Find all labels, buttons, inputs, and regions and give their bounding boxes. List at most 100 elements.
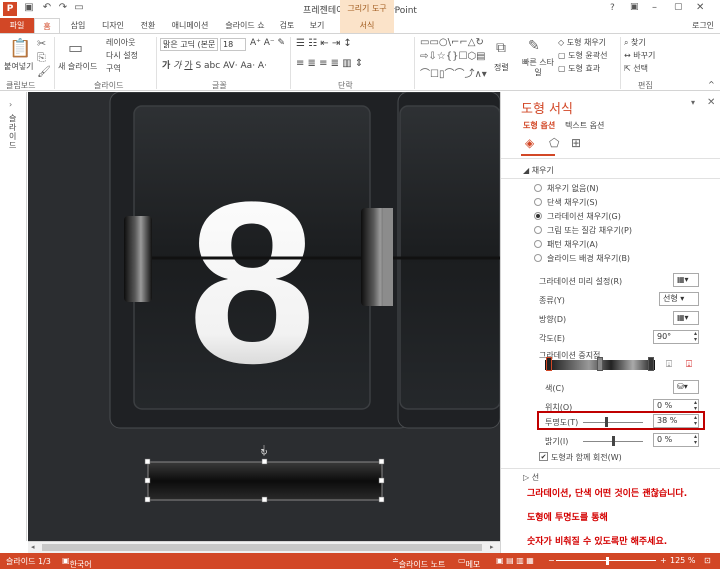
copy-icon[interactable]: ⎘ bbox=[37, 51, 46, 65]
help-icon[interactable]: ? bbox=[610, 3, 615, 13]
tab-home[interactable]: 홈 bbox=[34, 18, 60, 33]
shapes-gallery[interactable]: ▭▭○\⌐⌐△↻ bbox=[420, 37, 484, 48]
horizontal-scrollbar[interactable]: ◂ ▸ bbox=[28, 541, 500, 553]
tab-transitions[interactable]: 전환 bbox=[134, 18, 162, 33]
spinner-arrows-icon[interactable]: ▴ ▾ bbox=[694, 415, 697, 427]
selected-bar-shape[interactable] bbox=[147, 461, 383, 501]
shape-effects-button[interactable]: ▢ 도형 효과 bbox=[558, 63, 600, 74]
font-size-combo[interactable]: 18 bbox=[220, 38, 246, 51]
transparency-spinner[interactable]: 38 % ▴ ▾ bbox=[653, 414, 699, 428]
comments-button[interactable]: ▭ 메모 bbox=[458, 556, 480, 569]
radio-gradient-fill[interactable] bbox=[534, 212, 542, 220]
scroll-left-icon[interactable]: ◂ bbox=[31, 543, 35, 551]
zoom-level[interactable]: 125 % bbox=[670, 556, 695, 565]
tab-shape-options[interactable]: 도형 옵션 bbox=[523, 120, 555, 131]
slide-canvas[interactable]: 8 ↻ bbox=[28, 91, 501, 541]
tab-animations[interactable]: 애니메이션 bbox=[166, 18, 214, 33]
gradient-angle-spinner[interactable]: 90° ▴ ▾ bbox=[653, 330, 699, 344]
rotate-handle-icon[interactable]: ↻ bbox=[260, 448, 268, 458]
fit-to-window-icon[interactable]: ⊡ bbox=[704, 556, 711, 565]
ribbon: 📋 붙여넣기 ✂ ⎘ 🖌 클립보드 ▭ 새 슬라이드 레이아웃 다시 설정 구역… bbox=[0, 33, 720, 91]
language-indicator[interactable]: ▣ 한국어 bbox=[62, 556, 92, 569]
remove-gradient-stop-icon[interactable]: ⍗ bbox=[686, 359, 692, 370]
zoom-slider-thumb[interactable] bbox=[606, 557, 609, 565]
add-gradient-stop-icon[interactable]: ⍗ bbox=[666, 359, 672, 370]
radio-slide-bg-fill[interactable] bbox=[534, 254, 542, 262]
tab-file[interactable]: 파일 bbox=[0, 18, 34, 33]
gradient-direction-dropdown[interactable]: ▦▾ bbox=[673, 311, 699, 325]
gradient-stop-2[interactable] bbox=[597, 357, 603, 371]
radio-picture-fill[interactable] bbox=[534, 226, 542, 234]
gradient-stop-3[interactable] bbox=[648, 357, 654, 371]
arrange-button[interactable]: 정렬 bbox=[494, 62, 509, 73]
notes-button[interactable]: ≐ 슬라이드 노트 bbox=[392, 556, 445, 569]
new-slide-icon[interactable]: ▭ bbox=[68, 38, 83, 57]
ribbon-display-icon[interactable]: ▣ bbox=[630, 2, 639, 12]
expand-thumbnails-icon[interactable]: › bbox=[9, 100, 12, 109]
select-button[interactable]: ⇱ 선택 bbox=[624, 63, 648, 74]
replace-button[interactable]: ↔ 바꾸기 bbox=[624, 50, 655, 61]
brightness-slider-thumb[interactable] bbox=[612, 436, 615, 446]
layout-button[interactable]: 레이아웃 bbox=[106, 37, 135, 48]
cut-icon[interactable]: ✂ bbox=[37, 37, 46, 50]
shapes-gallery-row2[interactable]: ⇨⇩☆{}☐⬡▤ bbox=[420, 51, 486, 62]
gradient-stop-1[interactable] bbox=[546, 357, 552, 371]
tab-slideshow[interactable]: 슬라이드 쇼 bbox=[220, 18, 270, 33]
new-slide-button[interactable]: 새 슬라이드 bbox=[58, 61, 97, 72]
scroll-thumb[interactable] bbox=[42, 544, 482, 551]
spinner-arrows-icon[interactable]: ▴ ▾ bbox=[694, 434, 697, 446]
find-button[interactable]: ⌕ 찾기 bbox=[624, 37, 646, 48]
zoom-out-icon[interactable]: − bbox=[548, 556, 555, 565]
view-buttons[interactable]: ▣ ▤ ▥ ▦ bbox=[496, 556, 534, 565]
fill-line-icon[interactable]: ◈ bbox=[525, 136, 534, 150]
size-properties-icon[interactable]: ⊞ bbox=[571, 136, 581, 150]
tab-insert[interactable]: 삽입 bbox=[64, 18, 92, 33]
shape-outline-button[interactable]: ▢ 도형 윤곽선 bbox=[558, 50, 607, 61]
pane-close-icon[interactable]: ✕ bbox=[707, 97, 715, 108]
collapse-ribbon-icon[interactable]: ^ bbox=[708, 80, 715, 89]
gradient-preset-dropdown[interactable]: ▦▾ bbox=[673, 273, 699, 287]
rotate-with-shape-checkbox[interactable]: ✔ bbox=[539, 452, 548, 461]
pane-options-icon[interactable]: ▾ bbox=[691, 98, 695, 107]
minimize-icon[interactable]: – bbox=[652, 2, 657, 13]
tab-text-options[interactable]: 텍스트 옵션 bbox=[565, 120, 604, 131]
tab-format[interactable]: 서식 bbox=[340, 18, 394, 33]
spinner-arrows-icon[interactable]: ▴ ▾ bbox=[694, 331, 697, 343]
reset-button[interactable]: 다시 설정 bbox=[106, 50, 138, 61]
shape-fill-button[interactable]: ◇ 도형 채우기 bbox=[558, 37, 606, 48]
format-painter-icon[interactable]: 🖌 bbox=[37, 65, 51, 78]
effects-icon[interactable]: ⬠ bbox=[549, 136, 559, 150]
close-icon[interactable]: ✕ bbox=[696, 2, 704, 13]
quick-styles-icon[interactable]: ✎ bbox=[528, 38, 540, 54]
font-style-icons[interactable]: 가 가 가 S abc AV· Aa· A· bbox=[162, 58, 267, 71]
list-icons[interactable]: ☰ ☷ ⇤ ⇥ ↕ bbox=[296, 38, 352, 49]
section-button[interactable]: 구역 bbox=[106, 63, 121, 74]
arrange-icon[interactable]: ⧉ bbox=[496, 40, 506, 56]
shapes-gallery-row3[interactable]: ⌒☐▯⌒⌒⤴∧▾ bbox=[420, 65, 487, 80]
stop-color-dropdown[interactable]: ⛁▾ bbox=[673, 380, 699, 394]
radio-pattern-fill[interactable] bbox=[534, 240, 542, 248]
radio-no-fill[interactable] bbox=[534, 184, 542, 192]
font-grow-icon[interactable]: A⁺ A⁻ ✎ bbox=[250, 38, 285, 48]
fill-section-toggle[interactable]: ◢ 채우기 bbox=[523, 165, 554, 176]
transparency-slider-track[interactable] bbox=[583, 422, 643, 423]
font-name-combo[interactable]: 맑은 고딕 (본문 bbox=[160, 38, 218, 51]
gradient-type-dropdown[interactable]: 선형 ▾ bbox=[659, 292, 699, 306]
brightness-spinner[interactable]: 0 % ▴ ▾ bbox=[653, 433, 699, 447]
group-separator bbox=[414, 37, 415, 89]
drawing-tools-title: 그리기 도구 bbox=[340, 0, 394, 18]
login-link[interactable]: 로그인 bbox=[686, 18, 720, 33]
tab-design[interactable]: 디자인 bbox=[96, 18, 130, 33]
paste-icon[interactable]: 📋 bbox=[9, 38, 31, 59]
tab-review[interactable]: 검토 bbox=[274, 18, 300, 33]
scroll-right-icon[interactable]: ▸ bbox=[490, 543, 494, 551]
transparency-slider-thumb[interactable] bbox=[604, 417, 608, 427]
line-section-toggle[interactable]: ▷ 선 bbox=[523, 472, 539, 483]
zoom-in-icon[interactable]: + bbox=[660, 556, 667, 565]
align-icons[interactable]: ≡ ≣ ≡ ≣ ▥ ⇕ bbox=[296, 58, 363, 69]
quick-styles-button[interactable]: 빠른 스타일 bbox=[521, 58, 555, 78]
paste-button[interactable]: 붙여넣기 bbox=[4, 61, 33, 72]
radio-solid-fill[interactable] bbox=[534, 198, 542, 206]
maximize-icon[interactable]: ▢ bbox=[674, 2, 683, 12]
tab-view[interactable]: 보기 bbox=[304, 18, 330, 33]
